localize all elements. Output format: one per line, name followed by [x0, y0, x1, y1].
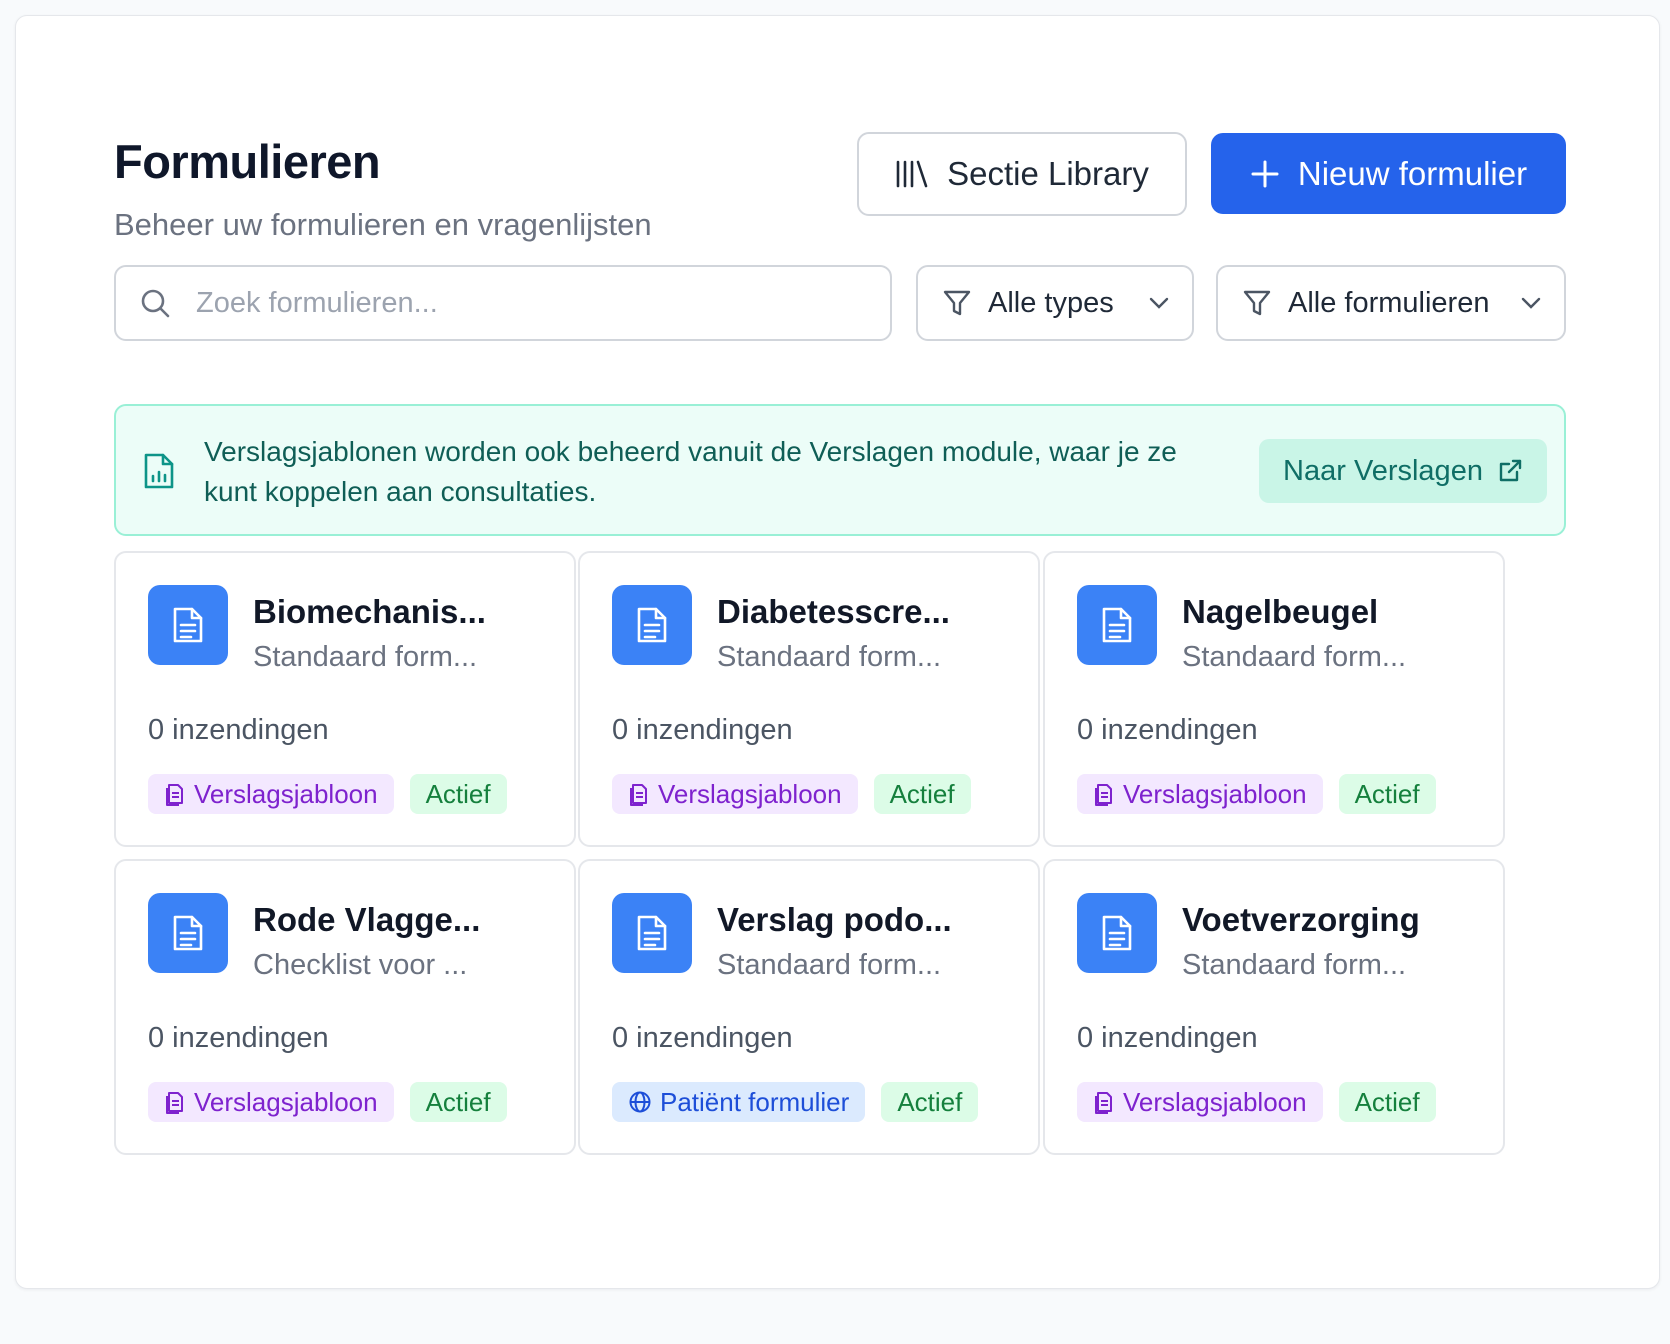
- form-type-badge: Verslagsjabloon: [1077, 1082, 1323, 1122]
- form-card-description: Standaard form...: [717, 949, 942, 981]
- status-badge: Actief: [409, 774, 507, 814]
- form-card-submission-count: 0 inzendingen: [148, 714, 329, 746]
- go-to-reports-button[interactable]: Naar Verslagen: [1259, 439, 1547, 503]
- filter-icon: [1242, 288, 1272, 318]
- form-card-submission-count: 0 inzendingen: [148, 1022, 329, 1054]
- filter-icon: [942, 288, 972, 318]
- form-card-title: Nagelbeugel: [1182, 593, 1379, 630]
- form-card-tags: Verslagsjabloon Actief: [612, 774, 987, 814]
- form-document-icon: [148, 893, 228, 973]
- form-card-title: Verslag podo...: [717, 901, 952, 938]
- form-document-icon: [1077, 893, 1157, 973]
- form-document-icon: [1077, 585, 1157, 665]
- form-type-badge: Verslagsjabloon: [612, 774, 858, 814]
- chevron-down-icon: [1520, 296, 1542, 310]
- form-card[interactable]: Diabetesscre... Standaard form... 0 inzend…: [578, 551, 1040, 847]
- report-template-icon: [164, 782, 186, 806]
- form-card-submission-count: 0 inzendingen: [612, 714, 793, 746]
- form-card[interactable]: Nagelbeugel Standaard form... 0 inzendinge…: [1043, 551, 1505, 847]
- external-link-icon: [1497, 458, 1523, 484]
- form-card-title: Diabetesscre...: [717, 593, 950, 630]
- forms-panel: Formulieren Beheer uw formulieren en vra…: [15, 15, 1660, 1289]
- form-card-description: Checklist voor ...: [253, 949, 468, 981]
- library-icon: [895, 159, 929, 189]
- status-badge: Actief: [1338, 774, 1436, 814]
- report-template-icon: [1093, 782, 1115, 806]
- form-card-title: Voetverzorging: [1182, 901, 1420, 938]
- form-type-label: Verslagsjabloon: [658, 778, 842, 809]
- section-library-label: Sectie Library: [947, 155, 1149, 192]
- report-template-icon: [1093, 1090, 1115, 1114]
- new-form-label: Nieuw formulier: [1297, 154, 1528, 192]
- form-card-tags: Verslagsjabloon Actief: [1077, 774, 1452, 814]
- form-card-tags: Verslagsjabloon Actief: [148, 774, 523, 814]
- plus-icon: [1250, 159, 1280, 189]
- form-type-label: Verslagsjabloon: [194, 778, 378, 809]
- new-form-button[interactable]: Nieuw formulier: [1211, 133, 1566, 214]
- section-library-button[interactable]: Sectie Library: [857, 132, 1187, 216]
- form-card[interactable]: Rode Vlagge... Checklist voor ... 0 inzend…: [114, 859, 576, 1155]
- form-type-badge: Verslagsjabloon: [148, 1082, 394, 1122]
- form-type-label: Verslagsjabloon: [194, 1086, 378, 1117]
- status-badge: Actief: [409, 1082, 507, 1122]
- form-document-icon: [612, 585, 692, 665]
- form-card-tags: Patiënt formulier Actief: [612, 1082, 994, 1122]
- banner-text: Verslagsjablonen worden ook beheerd vanu…: [204, 436, 1177, 507]
- form-card[interactable]: Biomechanis... Standaard form... 0 inzendi…: [114, 551, 576, 847]
- form-card-submission-count: 0 inzendingen: [1077, 714, 1258, 746]
- globe-icon: [628, 1090, 652, 1114]
- info-banner: Verslagsjablonen worden ook beheerd vanu…: [114, 404, 1566, 536]
- form-card-submission-count: 0 inzendingen: [1077, 1022, 1258, 1054]
- form-card-title: Biomechanis...: [253, 593, 486, 630]
- form-type-badge: Verslagsjabloon: [1077, 774, 1323, 814]
- go-to-reports-label: Naar Verslagen: [1283, 454, 1483, 487]
- form-type-label: Patiënt formulier: [660, 1086, 850, 1117]
- form-card-tags: Verslagsjabloon Actief: [148, 1082, 523, 1122]
- form-card[interactable]: Verslag podo... Standaard form... 0 inzend…: [578, 859, 1040, 1155]
- search-input[interactable]: [196, 286, 856, 320]
- form-type-badge: Verslagsjabloon: [148, 774, 394, 814]
- form-card-description: Standaard form...: [1182, 949, 1407, 981]
- type-filter-value: Alle types: [988, 286, 1114, 319]
- page-title: Formulieren: [114, 135, 381, 188]
- search-icon: [140, 288, 170, 318]
- form-card-description: Standaard form...: [717, 641, 942, 673]
- form-type-label: Verslagsjabloon: [1123, 1086, 1307, 1117]
- form-card-description: Standaard form...: [253, 641, 478, 673]
- form-card-description: Standaard form...: [1182, 641, 1407, 673]
- form-card-title: Rode Vlagge...: [253, 901, 481, 938]
- chevron-down-icon: [1148, 296, 1170, 310]
- form-filter-value: Alle formulieren: [1288, 286, 1490, 319]
- form-document-icon: [612, 893, 692, 973]
- form-card-submission-count: 0 inzendingen: [612, 1022, 793, 1054]
- form-type-badge: Patiënt formulier: [612, 1082, 866, 1122]
- report-template-icon: [164, 1090, 186, 1114]
- form-type-label: Verslagsjabloon: [1123, 778, 1307, 809]
- report-template-icon: [628, 782, 650, 806]
- status-badge: Actief: [881, 1082, 979, 1122]
- form-card[interactable]: Voetverzorging Standaard form... 0 inzendi…: [1043, 859, 1505, 1155]
- report-chart-icon: [142, 451, 176, 496]
- form-document-icon: [148, 585, 228, 665]
- form-card-tags: Verslagsjabloon Actief: [1077, 1082, 1452, 1122]
- form-filter-select[interactable]: Alle formulieren: [1216, 265, 1566, 341]
- type-filter-select[interactable]: Alle types: [916, 265, 1194, 341]
- status-badge: Actief: [873, 774, 971, 814]
- search-box: [114, 265, 892, 341]
- page-subtitle: Beheer uw formulieren en vragenlijsten: [114, 207, 652, 242]
- status-badge: Actief: [1338, 1082, 1436, 1122]
